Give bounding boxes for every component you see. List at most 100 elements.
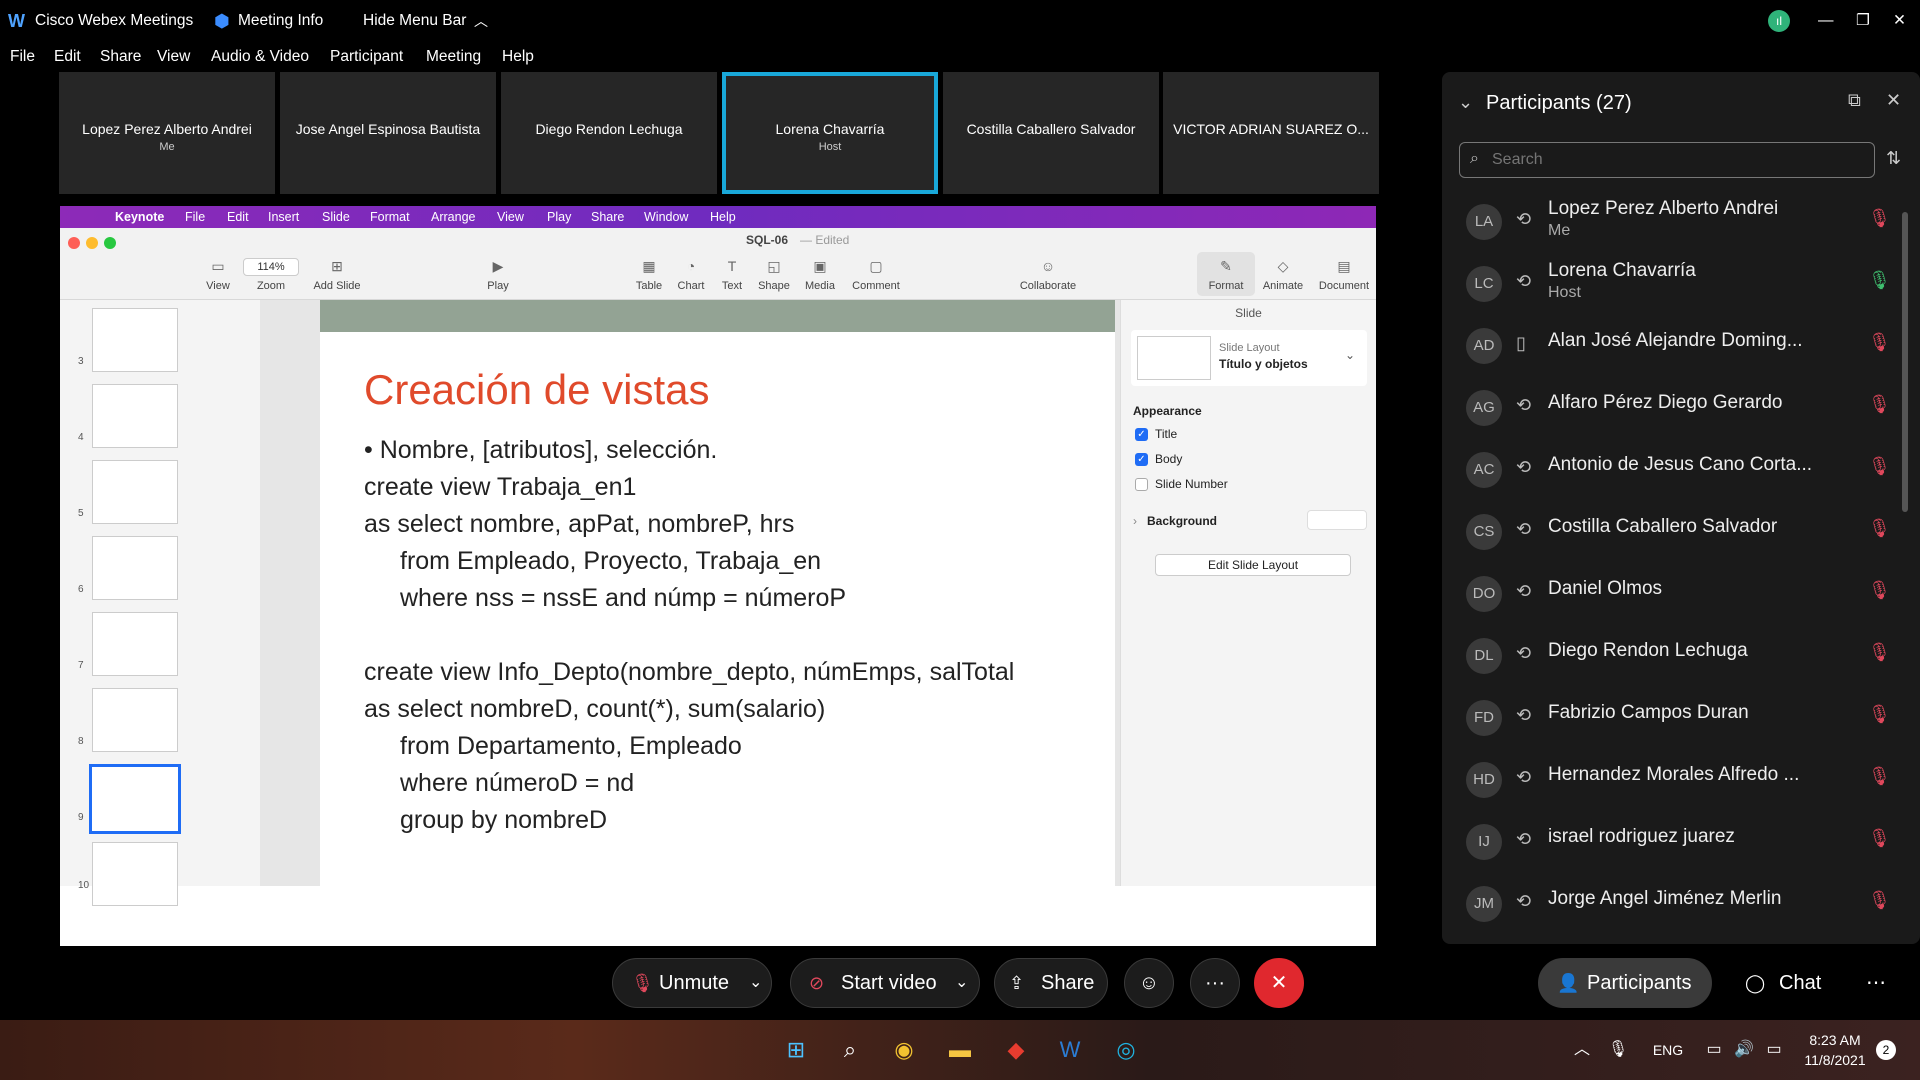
shared-screen[interactable]: Keynote File Edit Insert Slide Format Ar… (60, 206, 1376, 946)
participant-row[interactable]: CS ⟲ Costilla Caballero Salvador 🎙 (1466, 506, 1896, 564)
microphone-icon[interactable]: 🎙 (1602, 1034, 1634, 1066)
video-tile[interactable]: Jose Angel Espinosa Bautista (280, 72, 496, 194)
search-input[interactable] (1492, 147, 1862, 173)
video-tile-active-speaker[interactable]: Lorena Chavarría Host (722, 72, 938, 194)
leave-meeting-button[interactable]: ✕ (1254, 958, 1304, 1008)
chevron-up-icon[interactable]: ︿ (1566, 1034, 1598, 1066)
volume-icon[interactable]: 🔊 (1728, 1034, 1760, 1066)
participant-row[interactable]: IJ ⟲ israel rodriguez juarez 🎙 (1466, 816, 1896, 874)
avatar: AG (1466, 390, 1502, 426)
unmute-button[interactable]: 🎙 Unmute ⌄ (612, 958, 772, 1008)
app-diamond-icon[interactable]: ◆ (1000, 1034, 1032, 1066)
muted-mic-icon[interactable]: 🎙 (1868, 580, 1891, 601)
background-label: Background (1147, 514, 1218, 528)
panel-options-button[interactable]: ⋯ (1856, 958, 1896, 1008)
participants-button[interactable]: 👤 Participants (1538, 958, 1712, 1008)
participant-row[interactable]: HD ⟲ Hernandez Morales Alfredo ... 🎙 (1466, 754, 1896, 812)
muted-mic-icon[interactable]: 🎙 (1868, 890, 1891, 911)
restore-button[interactable]: ❐ (1856, 0, 1870, 42)
network-status-icon[interactable]: ıl (1768, 10, 1790, 32)
windows-start-icon[interactable]: ⊞ (780, 1034, 812, 1066)
file-explorer-icon[interactable]: ▬ (944, 1034, 976, 1066)
keynote-toolbar: SQL-06 — Edited ▭ View 114% Zoom ⊞ Add S… (60, 228, 1376, 300)
menu-edit[interactable]: Edit (54, 44, 81, 70)
muted-mic-icon[interactable]: 🎙 (1868, 704, 1891, 725)
more-options-button[interactable]: ··· (1190, 958, 1240, 1008)
chat-button[interactable]: ◯ Chat (1730, 958, 1842, 1008)
participant-row[interactable]: DO ⟲ Daniel Olmos 🎙 (1466, 568, 1896, 626)
participant-row[interactable]: JM ⟲ Jorge Angel Jiménez Merlin 🎙 (1466, 878, 1896, 936)
muted-mic-icon[interactable]: 🎙 (1868, 456, 1891, 477)
start-video-button[interactable]: ⊘ Start video ⌄ (790, 958, 980, 1008)
language-indicator[interactable]: ENG (1646, 1034, 1690, 1066)
participant-row[interactable]: FD ⟲ Fabrizio Campos Duran 🎙 (1466, 692, 1896, 750)
participant-row[interactable]: AG ⟲ Alfaro Pérez Diego Gerardo 🎙 (1466, 382, 1896, 440)
sort-icon[interactable]: ⇅ (1886, 148, 1901, 169)
menu-share[interactable]: Share (100, 44, 141, 70)
participant-row[interactable]: DL ⟲ Diego Rendon Lechuga 🎙 (1466, 630, 1896, 688)
participant-row[interactable]: AD ▯ Alan José Alejandre Doming... 🎙 (1466, 320, 1896, 378)
display-icon[interactable]: ▭ (1698, 1034, 1730, 1066)
hide-menu-bar-button[interactable]: Hide Menu Bar (363, 0, 466, 42)
muted-mic-icon[interactable]: 🎙 (1868, 828, 1891, 849)
chevron-up-icon[interactable]: ︿ (474, 0, 488, 42)
menu-participant[interactable]: Participant (330, 44, 403, 70)
video-tile[interactable]: Costilla Caballero Salvador (943, 72, 1159, 194)
scrollbar-thumb[interactable] (1902, 212, 1908, 512)
word-icon[interactable]: W (1054, 1034, 1086, 1066)
muted-mic-icon[interactable]: 🎙 (1868, 766, 1891, 787)
avatar: HD (1466, 762, 1502, 798)
slide-title: Creación de vistas (364, 366, 710, 413)
video-tile-name: Jose Angel Espinosa Bautista (295, 121, 481, 137)
muted-mic-icon[interactable]: 🎙 (1868, 642, 1891, 663)
search-box[interactable]: ⌕ (1459, 142, 1875, 178)
chevron-right-icon: › (1133, 514, 1137, 528)
search-icon[interactable]: ⌕ (834, 1034, 866, 1066)
toolbar-zoom: Zoom (256, 280, 286, 292)
mac-menu-slide: Slide (322, 210, 350, 224)
reactions-button[interactable]: ☺ (1124, 958, 1174, 1008)
muted-mic-icon[interactable]: 🎙 (1868, 208, 1891, 229)
chevron-down-icon: ⌄ (1345, 348, 1356, 362)
slide-layout-label: Slide Layout (1219, 342, 1280, 354)
minimize-button[interactable]: — (1818, 0, 1834, 42)
share-button[interactable]: ⇪ Share (994, 958, 1108, 1008)
video-tile[interactable]: Lopez Perez Alberto Andrei Me (59, 72, 275, 194)
muted-mic-icon[interactable]: 🎙 (1868, 332, 1891, 353)
active-mic-icon[interactable]: 🎙 (1868, 270, 1891, 291)
muted-mic-icon[interactable]: 🎙 (1868, 518, 1891, 539)
chevron-down-icon[interactable]: ⌄ (955, 959, 968, 1007)
search-icon: ⌕ (1470, 150, 1479, 167)
participant-role: Host (1548, 284, 1581, 301)
notification-badge[interactable]: 2 (1876, 1040, 1896, 1060)
participant-role: Me (1548, 222, 1571, 239)
avatar: JM (1466, 886, 1502, 922)
participant-row[interactable]: AC ⟲ Antonio de Jesus Cano Corta... 🎙 (1466, 444, 1896, 502)
video-tile[interactable]: Diego Rendon Lechuga (501, 72, 717, 194)
slide-line: • Nombre, [atributos], selección. (364, 436, 718, 464)
slide-thumbnail (92, 460, 178, 524)
clock-date[interactable]: 11/8/2021 (1800, 1052, 1870, 1068)
panel-scrollbar[interactable] (1902, 192, 1908, 912)
meeting-info-button[interactable]: Meeting Info (238, 0, 323, 42)
participant-row[interactable]: LA ⟲ Lopez Perez Alberto Andrei Me 🎙 (1466, 196, 1896, 254)
chevron-down-icon[interactable]: ⌄ (1458, 92, 1473, 113)
clock-time[interactable]: 8:23 AM (1800, 1032, 1870, 1048)
close-panel-button[interactable]: ✕ (1886, 90, 1901, 111)
chevron-down-icon[interactable]: ⌄ (749, 959, 762, 1007)
menu-audio-video[interactable]: Audio & Video (211, 44, 309, 70)
menu-meeting[interactable]: Meeting (426, 44, 481, 70)
menu-help[interactable]: Help (502, 44, 534, 70)
close-window-button[interactable]: ✕ (1893, 0, 1906, 42)
webex-taskbar-icon[interactable]: ◎ (1110, 1034, 1142, 1066)
menu-view[interactable]: View (157, 44, 190, 70)
popout-icon[interactable]: ⧉ (1848, 90, 1861, 111)
chrome-icon[interactable]: ◉ (888, 1034, 920, 1066)
muted-mic-icon[interactable]: 🎙 (1868, 394, 1891, 415)
document-title: SQL-06 (746, 233, 789, 247)
battery-icon[interactable]: ▭ (1758, 1034, 1790, 1066)
video-tile[interactable]: VICTOR ADRIAN SUAREZ O... (1163, 72, 1379, 194)
mac-menu-edit: Edit (227, 210, 249, 224)
participant-row[interactable]: LC ⟲ Lorena Chavarría Host 🎙 (1466, 258, 1896, 316)
menu-file[interactable]: File (10, 44, 35, 70)
